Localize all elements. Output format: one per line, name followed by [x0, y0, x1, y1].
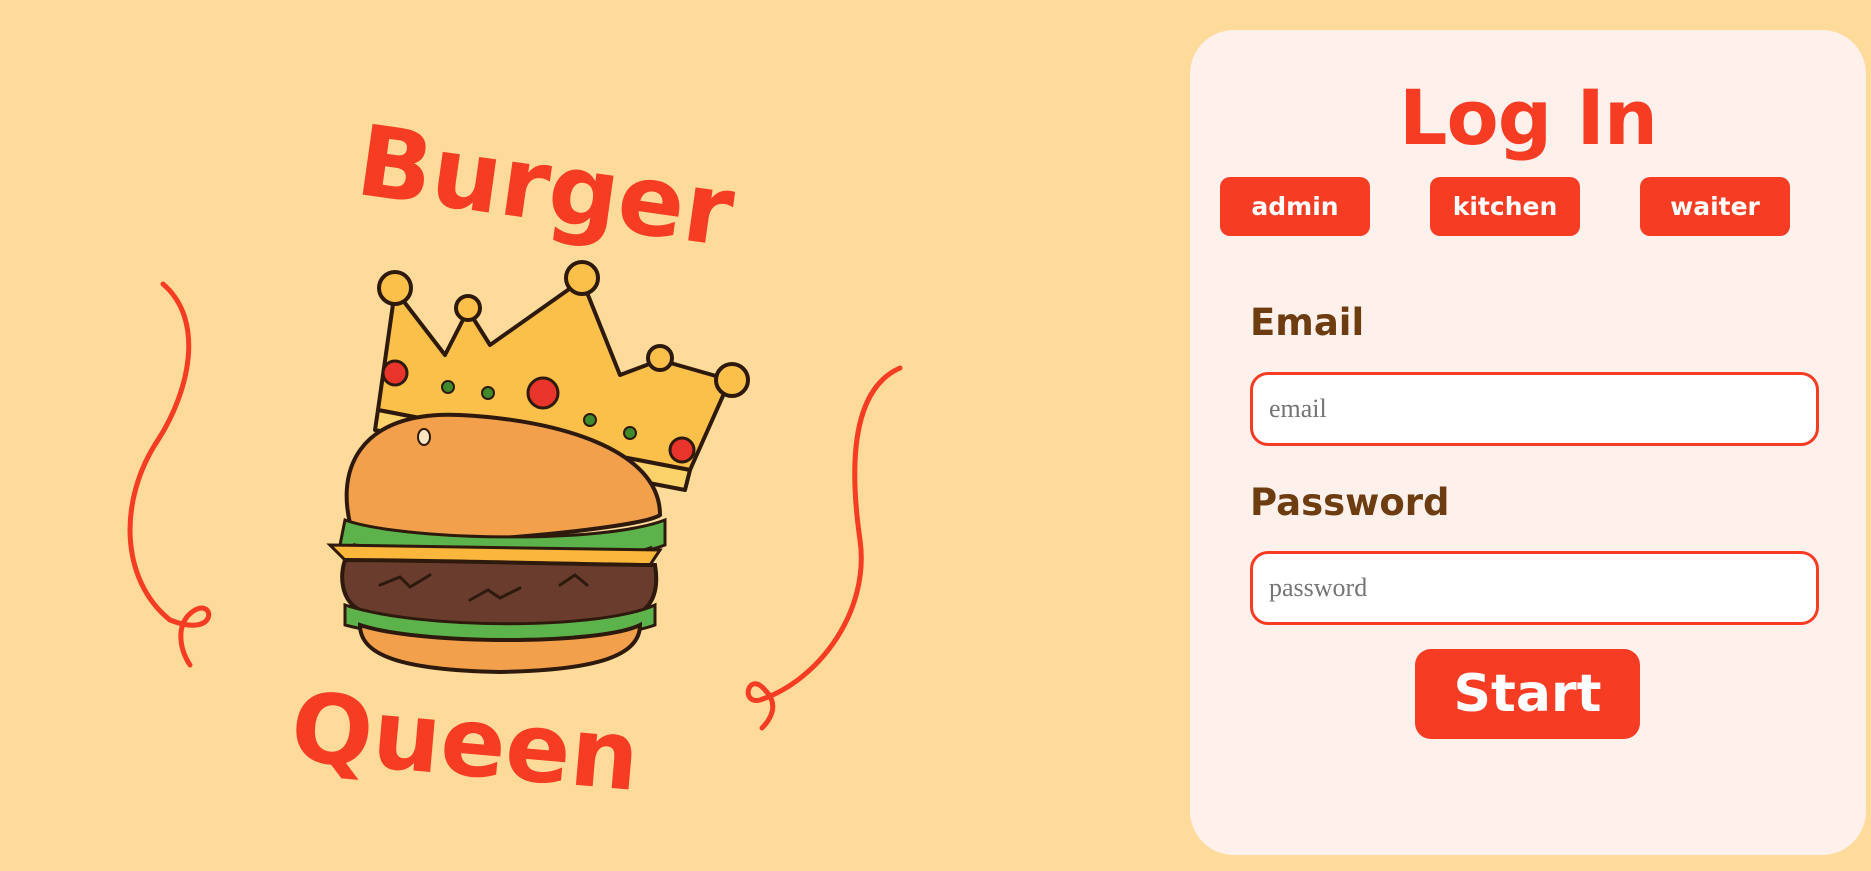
left-swirl-decoration — [127, 281, 212, 668]
email-label: Email — [1250, 301, 1365, 344]
login-title: Log In — [1399, 73, 1658, 162]
role-kitchen-button[interactable]: kitchen — [1430, 177, 1580, 236]
password-label: Password — [1250, 481, 1450, 524]
burger-icon — [326, 412, 667, 675]
start-button[interactable]: Start — [1415, 649, 1640, 739]
crowned-burger-icon: Burger Queen — [127, 104, 903, 813]
role-admin-button[interactable]: admin — [1220, 177, 1370, 236]
email-field[interactable] — [1250, 372, 1819, 446]
login-card: Log In admin kitchen waiter Email Passwo… — [1190, 30, 1866, 855]
brand-line2: Queen — [287, 671, 644, 813]
password-field[interactable] — [1250, 551, 1819, 625]
role-waiter-button[interactable]: waiter — [1640, 177, 1790, 236]
brand-line1: Burger — [350, 104, 741, 270]
burger-queen-logo: Burger Queen — [0, 0, 1180, 871]
right-swirl-decoration — [745, 365, 903, 731]
